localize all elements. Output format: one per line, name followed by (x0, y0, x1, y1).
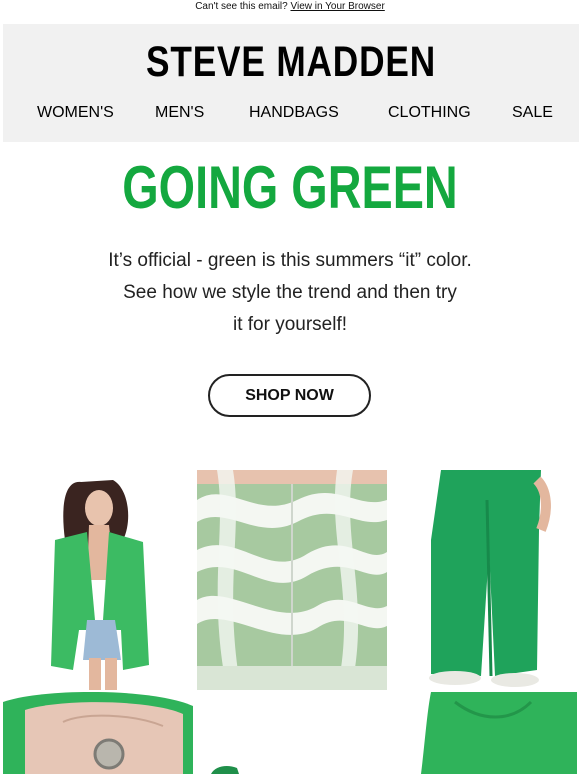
green-bag-photo[interactable] (3, 692, 193, 774)
swirl-corset-photo[interactable] (197, 470, 387, 690)
hero-body-line: See how we style the trend and then try (123, 282, 457, 303)
nav-item-handbags[interactable]: HANDBAGS (249, 104, 339, 122)
preheader-text: Can't see this email? (195, 1, 288, 12)
header: STEVE MADDEN WOMEN'S MEN'S HANDBAGS CLOT… (3, 24, 579, 142)
hero-body-line: It’s official - green is this summers “i… (108, 250, 472, 271)
view-in-browser-link[interactable]: View in Your Browser (290, 1, 384, 12)
nav-item-sale[interactable]: SALE (512, 104, 553, 122)
brand-logo[interactable]: STEVE MADDEN (55, 38, 527, 87)
nav-item-clothing[interactable]: CLOTHING (388, 104, 471, 122)
green-shoe-photo[interactable] (197, 692, 387, 774)
nav-item-mens[interactable]: MEN'S (155, 104, 204, 122)
hero-body: It’s official - green is this summers “i… (70, 245, 510, 341)
green-blazer-photo[interactable] (3, 470, 193, 690)
hero-headline: GOING GREEN (122, 154, 458, 221)
nav-item-womens[interactable]: WOMEN'S (37, 104, 114, 122)
green-pants-photo[interactable] (391, 470, 577, 690)
green-top-photo[interactable] (391, 692, 577, 774)
hero-body-line: it for yourself! (232, 314, 348, 335)
main-nav: WOMEN'S MEN'S HANDBAGS CLOTHING SALE (3, 104, 579, 126)
shop-now-button[interactable]: SHOP NOW (208, 374, 371, 417)
preheader: Can't see this email? View in Your Brows… (0, 0, 580, 24)
